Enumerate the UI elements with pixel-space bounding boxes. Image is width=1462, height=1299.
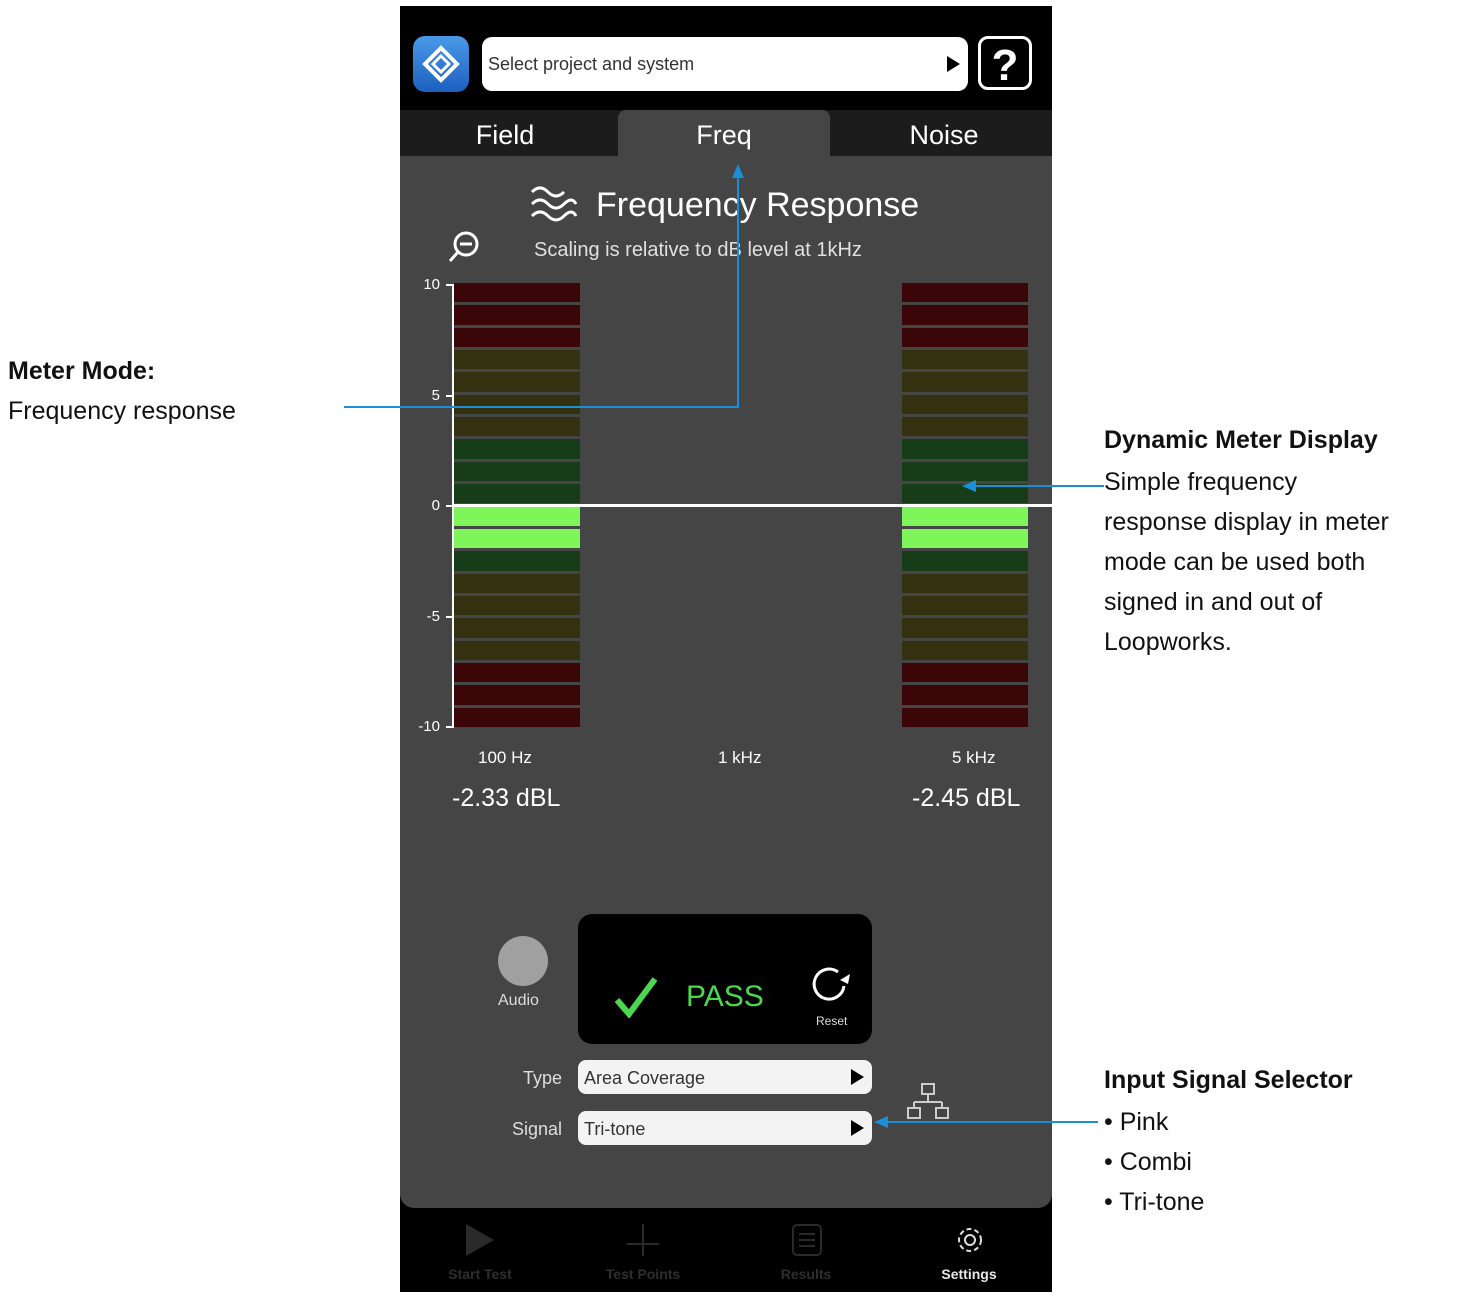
arrowhead-icon bbox=[732, 164, 744, 178]
annotation-connectors bbox=[344, 164, 1104, 1128]
meter-mode-connector bbox=[344, 166, 739, 408]
arrowhead-icon bbox=[874, 1116, 888, 1128]
arrowhead-icon bbox=[962, 480, 976, 492]
